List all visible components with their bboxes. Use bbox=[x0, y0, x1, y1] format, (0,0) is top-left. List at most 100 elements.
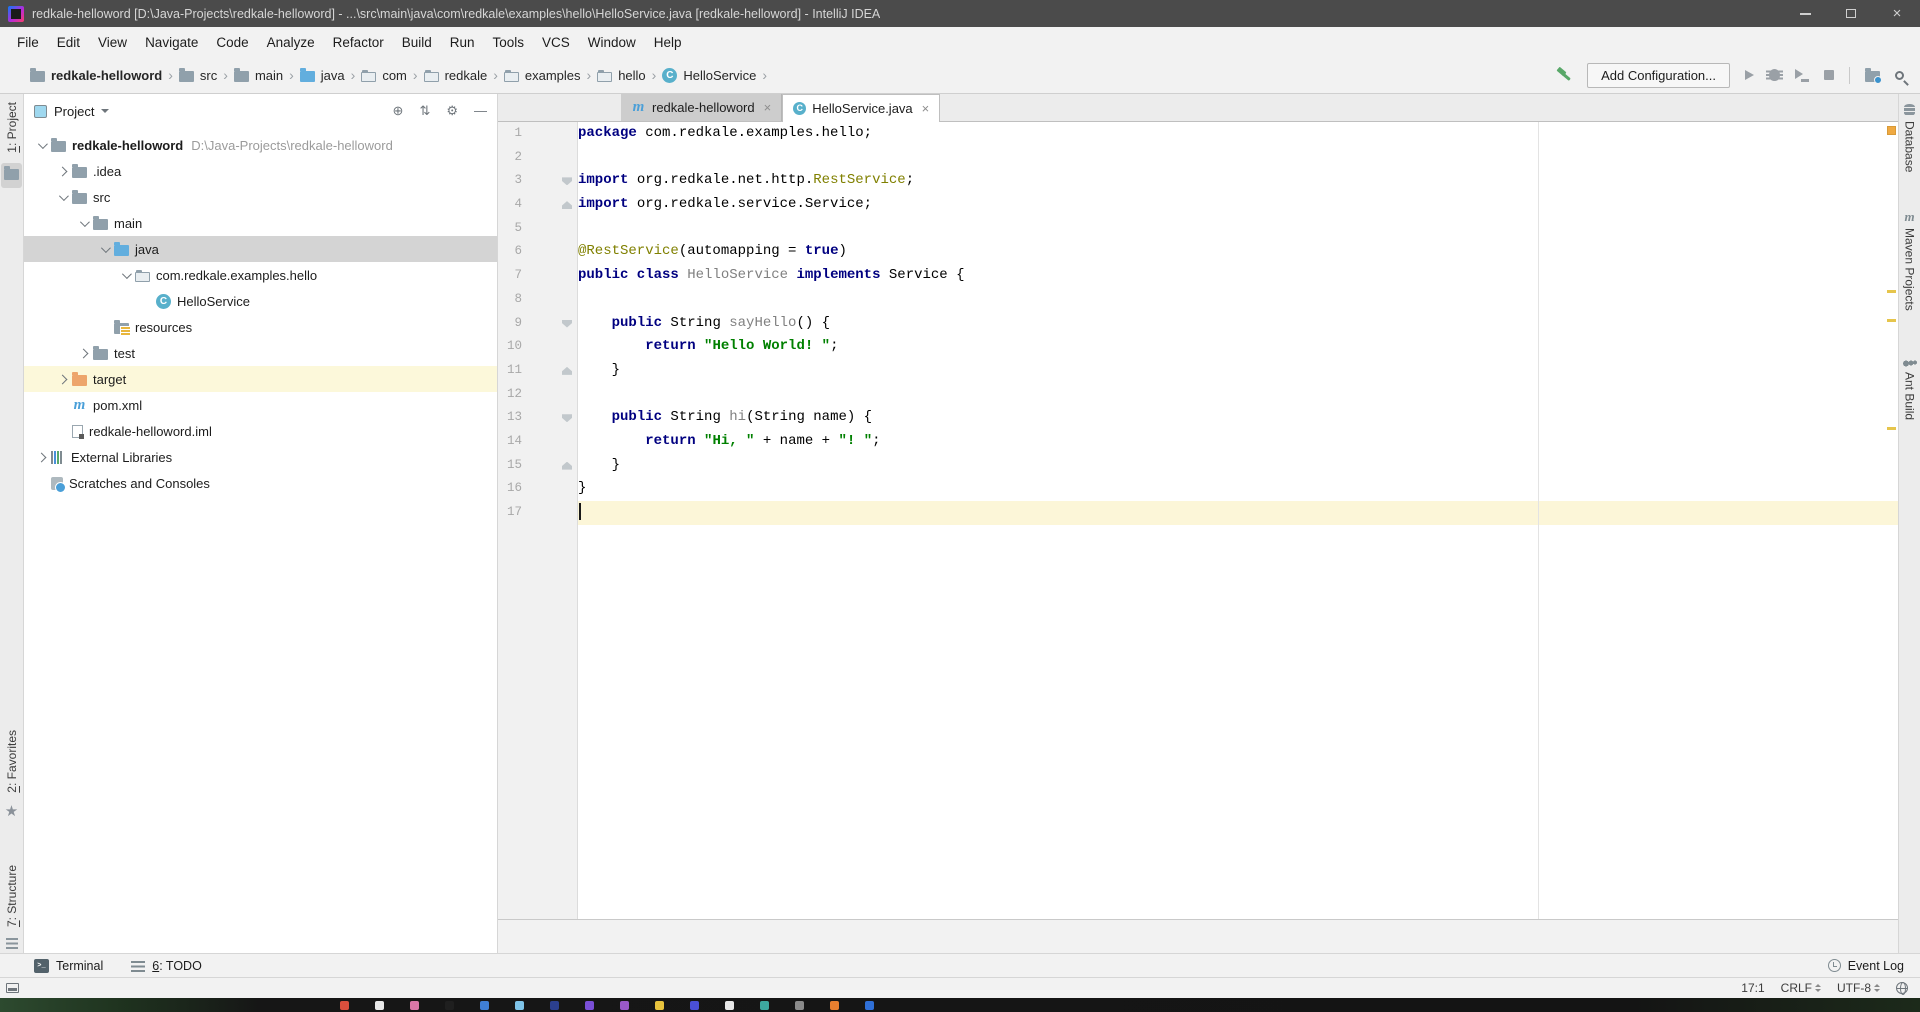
code-text[interactable]: return "Hello World! "; bbox=[578, 335, 1898, 359]
menu-build[interactable]: Build bbox=[393, 31, 441, 54]
menu-vcs[interactable]: VCS bbox=[533, 31, 579, 54]
taskbar-app-icon[interactable] bbox=[690, 1001, 699, 1010]
taskbar-app-icon[interactable] bbox=[515, 1001, 524, 1010]
debug-icon[interactable] bbox=[1769, 69, 1780, 81]
toolwindow-button-todo[interactable]: 6: TODO bbox=[131, 959, 202, 973]
toolwindow-project-button[interactable]: 1: Project bbox=[5, 102, 19, 158]
code-line-8[interactable]: 8 bbox=[498, 288, 1898, 312]
tree-item-.idea[interactable]: .idea bbox=[24, 158, 497, 184]
menu-navigate[interactable]: Navigate bbox=[136, 31, 207, 54]
code-line-13[interactable]: 13 public String hi(String name) { bbox=[498, 406, 1898, 430]
warning-stripe-tick[interactable] bbox=[1887, 319, 1896, 322]
fold-start-icon[interactable] bbox=[562, 414, 572, 422]
breadcrumb-examples[interactable]: examples bbox=[500, 66, 585, 85]
breadcrumb-HelloService[interactable]: CHelloService bbox=[658, 66, 760, 85]
code-text[interactable]: public String hi(String name) { bbox=[578, 406, 1898, 430]
tree-item-redkale-helloword.iml[interactable]: redkale-helloword.iml bbox=[24, 418, 497, 444]
toolwindow-button-maven-projects[interactable]: mMaven Projects bbox=[1903, 210, 1917, 311]
project-toolwindow-icon-box[interactable] bbox=[1, 163, 22, 188]
code-line-15[interactable]: 15 } bbox=[498, 454, 1898, 478]
menu-analyze[interactable]: Analyze bbox=[258, 31, 324, 54]
code-line-12[interactable]: 12 bbox=[498, 383, 1898, 407]
tree-item-com.redkale.examples.hello[interactable]: com.redkale.examples.hello bbox=[24, 262, 497, 288]
hide-panel-icon[interactable]: — bbox=[474, 104, 487, 118]
breadcrumb-java[interactable]: java bbox=[296, 66, 349, 85]
code-line-1[interactable]: 1package com.redkale.examples.hello; bbox=[498, 122, 1898, 146]
toolwindow-button-ant-build[interactable]: Ant Build bbox=[1903, 359, 1917, 420]
code-text[interactable] bbox=[578, 217, 1898, 241]
tree-item-Scratches and Consoles[interactable]: Scratches and Consoles bbox=[24, 470, 497, 496]
toolwindow-button-eventlog[interactable]: Event Log bbox=[1828, 959, 1904, 973]
tree-item-target[interactable]: target bbox=[24, 366, 497, 392]
windows-taskbar[interactable] bbox=[0, 998, 1920, 1012]
build-hammer-icon[interactable] bbox=[1555, 67, 1572, 83]
code-line-17[interactable]: 17 bbox=[498, 501, 1898, 525]
toolwindow-button-terminal[interactable]: Terminal bbox=[34, 959, 103, 973]
stop-icon[interactable] bbox=[1824, 70, 1834, 80]
tree-item-src[interactable]: src bbox=[24, 184, 497, 210]
menu-help[interactable]: Help bbox=[645, 31, 691, 54]
inspection-status-icon[interactable] bbox=[1887, 126, 1896, 135]
code-text[interactable] bbox=[578, 501, 1898, 525]
globe-icon[interactable] bbox=[1896, 982, 1908, 994]
breadcrumb-main[interactable]: main bbox=[230, 66, 287, 85]
structure-icon[interactable] bbox=[6, 938, 18, 949]
expander[interactable] bbox=[53, 168, 72, 175]
taskbar-app-icon[interactable] bbox=[795, 1001, 804, 1010]
code-text[interactable] bbox=[578, 288, 1898, 312]
locate-file-icon[interactable]: ⊕ bbox=[393, 104, 404, 118]
menu-code[interactable]: Code bbox=[207, 31, 257, 54]
expander[interactable] bbox=[116, 272, 135, 279]
gear-icon[interactable]: ⚙ bbox=[446, 104, 458, 118]
menu-edit[interactable]: Edit bbox=[48, 31, 89, 54]
menu-file[interactable]: File bbox=[8, 31, 48, 54]
taskbar-app-icon[interactable] bbox=[725, 1001, 734, 1010]
code-text[interactable]: } bbox=[578, 477, 1898, 501]
code-line-10[interactable]: 10 return "Hello World! "; bbox=[498, 335, 1898, 359]
expander[interactable] bbox=[95, 246, 114, 253]
expander[interactable] bbox=[32, 454, 51, 461]
code-line-11[interactable]: 11 } bbox=[498, 359, 1898, 383]
fold-end-icon[interactable] bbox=[562, 367, 572, 375]
line-ending-selector[interactable]: CRLF bbox=[1781, 981, 1821, 995]
code-line-16[interactable]: 16} bbox=[498, 477, 1898, 501]
breadcrumb-com[interactable]: com bbox=[357, 66, 411, 85]
code-text[interactable]: public String sayHello() { bbox=[578, 312, 1898, 336]
error-stripe[interactable] bbox=[1885, 122, 1898, 919]
taskbar-app-icon[interactable] bbox=[655, 1001, 664, 1010]
tree-item-redkale-helloword[interactable]: redkale-hellowordD:\Java-Projects\redkal… bbox=[24, 132, 497, 158]
menu-run[interactable]: Run bbox=[441, 31, 484, 54]
close-tab-icon[interactable]: × bbox=[764, 100, 772, 115]
minimize-button[interactable] bbox=[1782, 0, 1828, 27]
breadcrumb-redkale-helloword[interactable]: redkale-helloword bbox=[26, 66, 166, 85]
search-icon[interactable] bbox=[1895, 71, 1904, 80]
warning-stripe-tick[interactable] bbox=[1887, 290, 1896, 293]
expander[interactable] bbox=[32, 142, 51, 149]
warning-stripe-tick[interactable] bbox=[1887, 427, 1896, 430]
code-line-2[interactable]: 2 bbox=[498, 146, 1898, 170]
taskbar-app-icon[interactable] bbox=[830, 1001, 839, 1010]
toolwindow-button-database[interactable]: Database bbox=[1903, 104, 1917, 172]
code-text[interactable] bbox=[578, 383, 1898, 407]
menu-view[interactable]: View bbox=[89, 31, 136, 54]
run-icon[interactable] bbox=[1745, 70, 1754, 80]
code-text[interactable]: @RestService(automapping = true) bbox=[578, 240, 1898, 264]
taskbar-app-icon[interactable] bbox=[375, 1001, 384, 1010]
code-text[interactable]: return "Hi, " + name + "! "; bbox=[578, 430, 1898, 454]
taskbar-app-icon[interactable] bbox=[340, 1001, 349, 1010]
taskbar-app-icon[interactable] bbox=[550, 1001, 559, 1010]
toolwindow-toggle-icon[interactable] bbox=[6, 983, 19, 993]
fold-end-icon[interactable] bbox=[562, 462, 572, 470]
fold-start-icon[interactable] bbox=[562, 320, 572, 328]
open-project-icon[interactable] bbox=[1865, 71, 1880, 82]
toolwindow-button-favorites[interactable]: 2: Favorites bbox=[5, 730, 19, 798]
project-panel-title[interactable]: Project bbox=[54, 104, 94, 119]
breadcrumb-src[interactable]: src bbox=[175, 66, 221, 85]
code-text[interactable]: public class HelloService implements Ser… bbox=[578, 264, 1898, 288]
code-text[interactable]: import org.redkale.service.Service; bbox=[578, 193, 1898, 217]
code-text[interactable] bbox=[578, 146, 1898, 170]
tree-item-java[interactable]: java bbox=[24, 236, 497, 262]
expander[interactable] bbox=[53, 194, 72, 201]
fold-start-icon[interactable] bbox=[562, 177, 572, 185]
coverage-icon[interactable] bbox=[1795, 69, 1809, 82]
